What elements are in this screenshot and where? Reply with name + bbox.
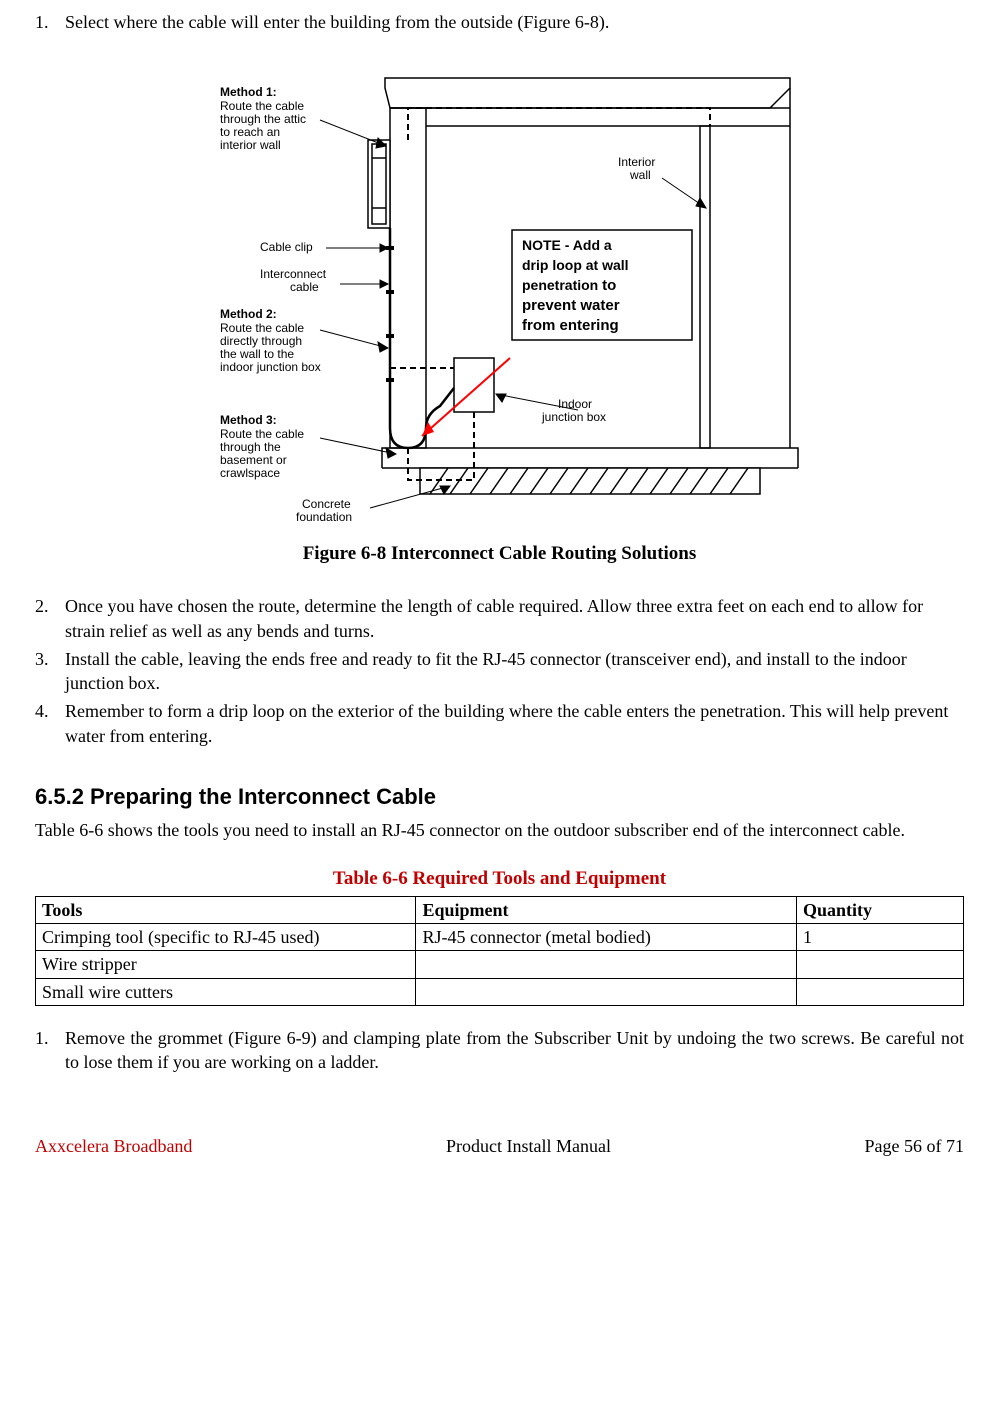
note-l2: drip loop at wall xyxy=(522,257,629,273)
td-qty: 1 xyxy=(796,923,963,950)
method3-title: Method 3: xyxy=(220,413,277,427)
method1-text-l1: Route the cable xyxy=(220,99,304,113)
td-equip xyxy=(416,951,796,978)
table-row: Small wire cutters xyxy=(36,978,964,1005)
step-text: Remember to form a drip loop on the exte… xyxy=(65,699,964,748)
step-num: 3. xyxy=(35,647,65,696)
method2-l3: the wall to the xyxy=(220,347,294,361)
method1-title: Method 1: xyxy=(220,85,277,99)
step-item: 4. Remember to form a drip loop on the e… xyxy=(35,699,964,748)
jbox-l1: Indoor xyxy=(558,397,592,411)
footer-page: Page 56 of 71 xyxy=(865,1134,964,1158)
step-num: 2. xyxy=(35,594,65,643)
step-item: 3. Install the cable, leaving the ends f… xyxy=(35,647,964,696)
concrete-l1: Concrete xyxy=(302,497,351,511)
footer-company: Axxcelera Broadband xyxy=(35,1134,192,1158)
method2-l4: indoor junction box xyxy=(220,360,321,374)
method2-l2: directly through xyxy=(220,334,302,348)
section-heading: 6.5.2 Preparing the Interconnect Cable xyxy=(35,782,964,812)
table-caption: Table 6-6 Required Tools and Equipment xyxy=(35,866,964,892)
jbox-l2: junction box xyxy=(541,410,606,424)
figure-svg: Method 1: Route the cable through the at… xyxy=(190,48,810,528)
figure-caption: Figure 6-8 Interconnect Cable Routing So… xyxy=(35,541,964,567)
interior-wall-l1: Interior xyxy=(618,155,655,169)
method2-title: Method 2: xyxy=(220,307,277,321)
interconnect-l2: cable xyxy=(290,280,319,294)
step-item: 2. Once you have chosen the route, deter… xyxy=(35,594,964,643)
step-num: 1. xyxy=(35,1026,65,1075)
td-equip: RJ-45 connector (metal bodied) xyxy=(416,923,796,950)
step-text: Once you have chosen the route, determin… xyxy=(65,594,964,643)
table-header-row: Tools Equipment Quantity xyxy=(36,896,964,923)
note-l3: penetration to xyxy=(522,277,616,294)
section-intro: Table 6-6 shows the tools you need to in… xyxy=(35,818,964,842)
method3-l4: crawlspace xyxy=(220,466,280,480)
interconnect-l1: Interconnect xyxy=(260,267,327,281)
tools-table: Tools Equipment Quantity Crimping tool (… xyxy=(35,896,964,1006)
step-item: 1. Remove the grommet (Figure 6-9) and c… xyxy=(35,1026,964,1075)
figure-6-8: Method 1: Route the cable through the at… xyxy=(35,48,964,566)
note-l4: prevent water xyxy=(522,297,620,314)
step-text: Remove the grommet (Figure 6-9) and clam… xyxy=(65,1026,964,1075)
note-l5: from entering xyxy=(522,317,619,334)
td-tool: Crimping tool (specific to RJ-45 used) xyxy=(36,923,416,950)
step-num: 1. xyxy=(35,10,65,34)
td-qty xyxy=(796,951,963,978)
method2-l1: Route the cable xyxy=(220,321,304,335)
th-tools: Tools xyxy=(36,896,416,923)
method3-l2: through the xyxy=(220,440,281,454)
step-num: 4. xyxy=(35,699,65,748)
footer-title: Product Install Manual xyxy=(446,1134,611,1158)
steps-after-figure: 2. Once you have chosen the route, deter… xyxy=(35,594,964,748)
th-quantity: Quantity xyxy=(796,896,963,923)
method1-text-l2: through the attic xyxy=(220,112,306,126)
td-tool: Wire stripper xyxy=(36,951,416,978)
td-qty xyxy=(796,978,963,1005)
note-l1: NOTE - Add a xyxy=(522,237,612,253)
page-footer: Axxcelera Broadband Product Install Manu… xyxy=(35,1134,964,1158)
cable-clip-label: Cable clip xyxy=(260,240,313,254)
method1-text-l4: interior wall xyxy=(220,138,281,152)
table-row: Wire stripper xyxy=(36,951,964,978)
method3-l1: Route the cable xyxy=(220,427,304,441)
td-tool: Small wire cutters xyxy=(36,978,416,1005)
td-equip xyxy=(416,978,796,1005)
table-row: Crimping tool (specific to RJ-45 used) R… xyxy=(36,923,964,950)
th-equipment: Equipment xyxy=(416,896,796,923)
step-item: 1. Select where the cable will enter the… xyxy=(35,10,964,34)
concrete-l2: foundation xyxy=(296,510,352,524)
interior-wall-l2: wall xyxy=(629,168,651,182)
step-text: Select where the cable will enter the bu… xyxy=(65,10,964,34)
step-text: Install the cable, leaving the ends free… xyxy=(65,647,964,696)
method1-text-l3: to reach an xyxy=(220,125,280,139)
method3-l3: basement or xyxy=(220,453,287,467)
